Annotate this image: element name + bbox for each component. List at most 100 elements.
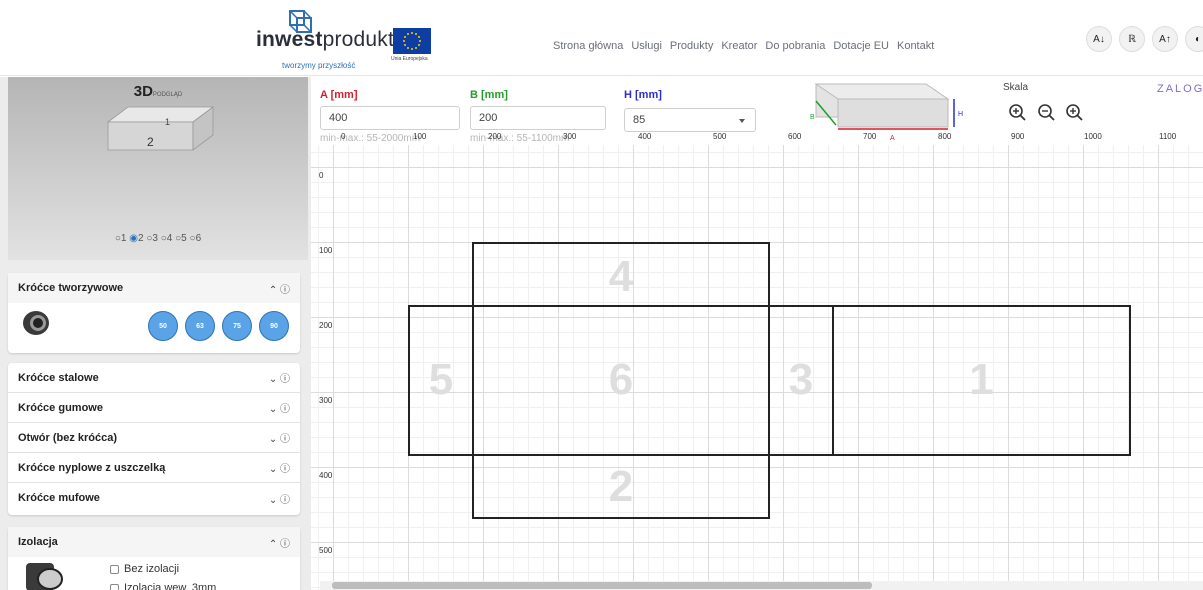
dim-a-input[interactable]: 400 bbox=[320, 106, 460, 130]
y-tick: 500 bbox=[319, 546, 333, 555]
insulation-panel: Izolacja ⌃ ⓘ Bez izolacji Izolacja wew. … bbox=[8, 527, 300, 590]
face-5-number: 5 bbox=[428, 355, 454, 404]
steel-fittings-row[interactable]: Króćce stalowe ⌄ ⓘ bbox=[8, 363, 300, 393]
main-nav: Strona główna Usługi Produkty Kreator Do… bbox=[553, 40, 934, 52]
x-tick: 1100 bbox=[1159, 132, 1177, 141]
x-tick: 1000 bbox=[1084, 132, 1102, 141]
logo-wordmark[interactable]: inwestprodukt bbox=[256, 28, 394, 52]
dim-b-label: B [mm] bbox=[470, 89, 508, 101]
preview-face-1: 1 bbox=[165, 117, 171, 127]
nav-contact[interactable]: Kontakt bbox=[897, 40, 934, 52]
preview-3d[interactable]: 3DPODGLĄD 2 1 ○1 ◉2 ○3 ○4 ○5 ○6 bbox=[8, 77, 308, 260]
unfold-canvas[interactable]: 0 100 200 300 400 500 600 700 800 900 10… bbox=[311, 132, 1203, 590]
expand-icon[interactable]: ⌄ ⓘ bbox=[269, 460, 290, 475]
face-1-number: 1 bbox=[969, 355, 994, 404]
preview-title: 3DPODGLĄD bbox=[133, 83, 183, 100]
y-tick: 400 bbox=[319, 471, 333, 480]
expand-icon[interactable]: ⌄ ⓘ bbox=[269, 370, 290, 385]
nav-services[interactable]: Usługi bbox=[631, 40, 662, 52]
dim-b-input[interactable]: 200 bbox=[470, 106, 606, 130]
size-90-button[interactable]: 90 bbox=[259, 311, 289, 341]
expand-icon[interactable]: ⌄ ⓘ bbox=[269, 400, 290, 415]
nav-products[interactable]: Produkty bbox=[670, 40, 713, 52]
box-label-a: A bbox=[890, 135, 895, 142]
login-link[interactable]: ZALOGU bbox=[1157, 83, 1203, 95]
dim-h-label: H [mm] bbox=[624, 89, 662, 101]
font-decrease-button[interactable]: A↓ bbox=[1086, 26, 1112, 52]
y-tick: 100 bbox=[319, 246, 333, 255]
view-radio-2[interactable]: ◉ bbox=[129, 233, 138, 244]
nav-home[interactable]: Strona główna bbox=[553, 40, 623, 52]
preview-face-2: 2 bbox=[147, 135, 154, 149]
pipe-fitting-icon bbox=[23, 311, 49, 335]
expand-icon[interactable]: ⌄ ⓘ bbox=[269, 430, 290, 445]
scrollbar-thumb[interactable] bbox=[332, 582, 872, 589]
collapse-icon[interactable]: ⌃ ⓘ bbox=[269, 535, 290, 550]
face-6[interactable]: 6 bbox=[472, 305, 770, 456]
nipple-fittings-row[interactable]: Króćce nyplowe z uszczelką ⌄ ⓘ bbox=[8, 453, 300, 483]
no-insulation-option[interactable]: Bez izolacji bbox=[110, 563, 179, 575]
view-radio-6[interactable]: ○6 bbox=[190, 233, 202, 244]
readable-font-button[interactable]: ℝ bbox=[1119, 26, 1145, 52]
horizontal-scrollbar[interactable] bbox=[320, 581, 1203, 590]
box-label-b: B bbox=[810, 114, 815, 121]
view-radio-4[interactable]: ○4 bbox=[161, 233, 173, 244]
x-tick: 100 bbox=[413, 132, 427, 141]
dim-h-value: 85 bbox=[633, 114, 646, 126]
zoom-in-icon[interactable] bbox=[1008, 103, 1028, 123]
plastic-fittings-panel: Króćce tworzywowe ⌃ ⓘ 50 63 75 90 bbox=[8, 273, 300, 353]
y-tick: 0 bbox=[319, 171, 324, 180]
checkbox[interactable] bbox=[110, 564, 119, 574]
x-tick: 600 bbox=[788, 132, 802, 141]
size-75-button[interactable]: 75 bbox=[222, 311, 252, 341]
dim-b-hint: min-max.: 55-1100mm bbox=[470, 133, 570, 144]
x-tick: 400 bbox=[638, 132, 652, 141]
font-increase-button[interactable]: A↑ bbox=[1152, 26, 1178, 52]
x-tick: 700 bbox=[863, 132, 877, 141]
logo-tagline: tworzymy przyszłość bbox=[282, 61, 356, 70]
box-label-h: H bbox=[958, 111, 963, 118]
face-4[interactable]: 4 bbox=[472, 242, 770, 307]
eu-caption: Unia Europejska bbox=[391, 56, 428, 62]
view-radio-3[interactable]: ○3 bbox=[146, 233, 158, 244]
socket-fittings-row[interactable]: Króćce mufowe ⌄ ⓘ bbox=[8, 483, 300, 513]
size-50-button[interactable]: 50 bbox=[148, 311, 178, 341]
box-preview-drawing bbox=[106, 106, 215, 151]
face-1[interactable]: 1 bbox=[832, 305, 1131, 456]
dim-h-select[interactable]: 85 bbox=[624, 108, 756, 132]
fitting-categories: Króćce stalowe ⌄ ⓘ Króćce gumowe ⌄ ⓘ Otwór… bbox=[8, 363, 300, 515]
nav-eu-grants[interactable]: Dotacje EU bbox=[833, 40, 889, 52]
left-sidebar: 3DPODGLĄD 2 1 ○1 ◉2 ○3 ○4 ○5 ○6 Króćce t… bbox=[0, 77, 311, 590]
view-radio-5[interactable]: ○5 bbox=[175, 233, 187, 244]
zoom-reset-icon[interactable] bbox=[1065, 103, 1085, 123]
nav-downloads[interactable]: Do pobrania bbox=[765, 40, 825, 52]
y-tick: 200 bbox=[319, 321, 333, 330]
zoom-out-icon[interactable] bbox=[1037, 103, 1057, 123]
view-radio-1[interactable]: ○1 bbox=[115, 233, 127, 244]
site-header: inwestprodukt tworzymy przyszłość Unia E… bbox=[0, 0, 1203, 76]
face-2-number: 2 bbox=[608, 462, 634, 511]
chevron-down-icon bbox=[739, 119, 745, 123]
opening-row[interactable]: Otwór (bez króćca) ⌄ ⓘ bbox=[8, 423, 300, 453]
insulation-header[interactable]: Izolacja ⌃ ⓘ bbox=[8, 527, 300, 557]
collapse-icon[interactable]: ⌃ ⓘ bbox=[269, 281, 290, 296]
plastic-fittings-header[interactable]: Króćce tworzywowe ⌃ ⓘ bbox=[8, 273, 300, 303]
insulation-icon bbox=[26, 563, 63, 590]
face-3[interactable]: 3 bbox=[768, 305, 834, 456]
view-selector: ○1 ◉2 ○3 ○4 ○5 ○6 bbox=[114, 233, 202, 244]
rubber-fittings-row[interactable]: Króćce gumowe ⌄ ⓘ bbox=[8, 393, 300, 423]
y-tick: 300 bbox=[319, 396, 333, 405]
scale-label: Skala bbox=[1003, 82, 1029, 93]
face-2[interactable]: 2 bbox=[472, 454, 770, 519]
contrast-button[interactable]: ◐ bbox=[1185, 26, 1203, 52]
nav-creator[interactable]: Kreator bbox=[721, 40, 757, 52]
eu-flag-icon bbox=[393, 28, 431, 54]
expand-icon[interactable]: ⌄ ⓘ bbox=[269, 491, 290, 506]
face-5[interactable]: 5 bbox=[408, 305, 474, 456]
size-63-button[interactable]: 63 bbox=[185, 311, 215, 341]
face-4-number: 4 bbox=[608, 252, 634, 301]
checkbox[interactable] bbox=[110, 583, 119, 590]
x-tick: 800 bbox=[938, 132, 952, 141]
insulation-3mm-option[interactable]: Izolacja wew. 3mm bbox=[110, 582, 216, 590]
face-6-number: 6 bbox=[608, 355, 634, 404]
